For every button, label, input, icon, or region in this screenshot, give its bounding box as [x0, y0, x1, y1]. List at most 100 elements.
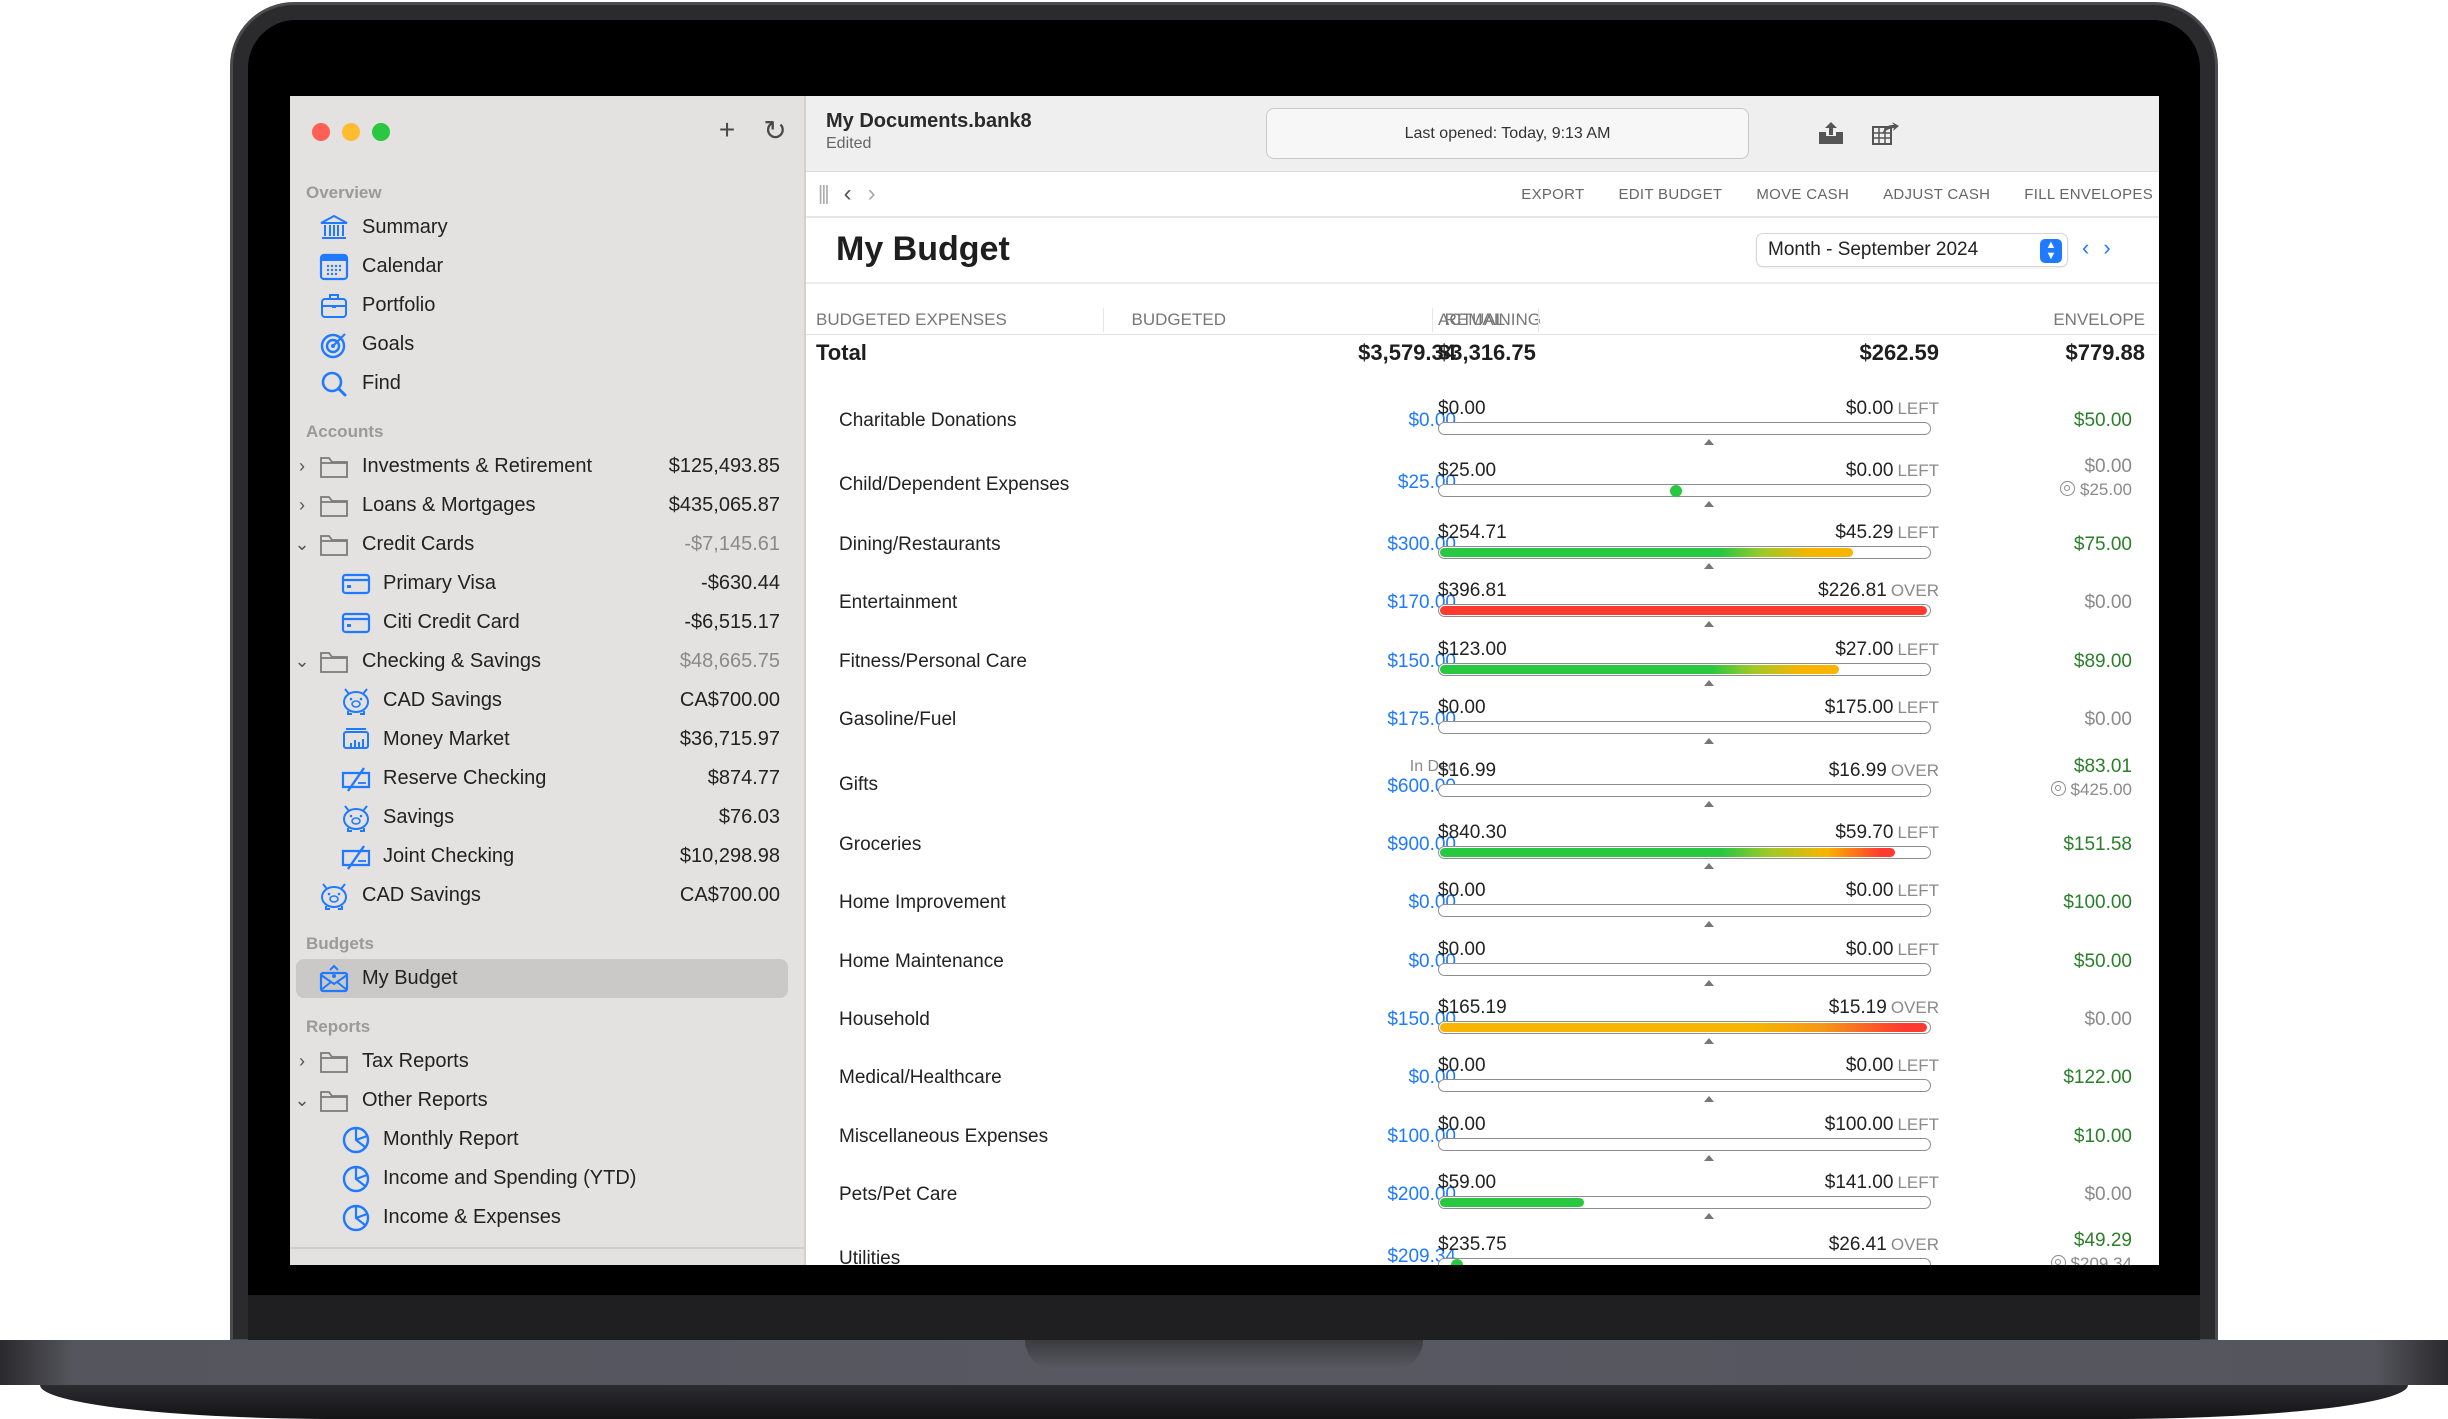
- sidebar-item-other-reports[interactable]: ⌄ Other Reports: [290, 1081, 804, 1120]
- remaining-status: OVER: [1890, 1235, 1939, 1254]
- total-remaining: $262.59: [1859, 340, 1939, 365]
- sidebar-toggle-icon[interactable]: |||: [818, 183, 830, 206]
- export-spreadsheet-icon[interactable]: [1870, 120, 1900, 146]
- budget-pace-marker: [1704, 738, 1714, 744]
- column-header-envelope[interactable]: ENVELOPE: [2053, 310, 2145, 330]
- sidebar-item-checking-savings[interactable]: ⌄ Checking & Savings $48,665.75: [290, 642, 804, 681]
- remaining-amount: $0.00 LEFT: [1846, 398, 1939, 420]
- account-balance: $36,715.97: [679, 728, 780, 750]
- column-header-category[interactable]: BUDGETED EXPENSES: [816, 310, 1007, 330]
- target-icon: [318, 330, 350, 360]
- envelope-amount: $0.00: [2084, 456, 2132, 477]
- briefcase-icon: [318, 291, 350, 321]
- export-button[interactable]: EXPORT: [1521, 186, 1584, 203]
- sidebar-item-label: Checking & Savings: [362, 650, 541, 672]
- period-select[interactable]: Month - September 2024 ▲ ▼: [1756, 233, 2068, 267]
- sidebar-item-portfolio[interactable]: Portfolio: [290, 286, 804, 325]
- sidebar-item-label: Reserve Checking: [383, 767, 547, 789]
- add-icon[interactable]: +: [714, 114, 740, 147]
- envelope-goal-amount: $25.00: [2080, 480, 2132, 499]
- close-window-button[interactable]: [312, 123, 330, 141]
- document-title: My Documents.bank8: [826, 110, 1032, 132]
- sidebar-item-savings[interactable]: Savings $76.03: [290, 798, 804, 837]
- sidebar-item-monthly-report[interactable]: Monthly Report: [290, 1120, 804, 1159]
- actual-amount: $0.00: [1438, 398, 1486, 419]
- share-upload-icon[interactable]: [1816, 120, 1846, 146]
- budget-pace-marker: [1704, 501, 1714, 507]
- sidebar-item-summary[interactable]: Summary: [290, 208, 804, 247]
- back-chevron-icon[interactable]: ‹: [844, 180, 852, 208]
- remaining-value: $0.00: [1845, 880, 1894, 901]
- account-balance: $435,065.87: [668, 494, 780, 516]
- sidebar-item-calendar[interactable]: Calendar: [290, 247, 804, 286]
- sidebar-item-income-and-spending-ytd[interactable]: Income and Spending (YTD): [290, 1159, 804, 1198]
- remaining-amount: $26.41 OVER: [1829, 1234, 1939, 1256]
- sidebar-item-primary-visa[interactable]: Primary Visa -$630.44: [290, 564, 804, 603]
- budget-pace-marker: [1704, 439, 1714, 445]
- move-cash-button[interactable]: MOVE CASH: [1756, 186, 1849, 203]
- remaining-value: $59.70: [1835, 822, 1894, 843]
- goal-target-icon: [2050, 781, 2066, 796]
- bank-icon: [318, 213, 350, 243]
- edit-budget-button[interactable]: EDIT BUDGET: [1618, 186, 1722, 203]
- calendar-icon: [318, 252, 350, 282]
- sidebar-item-label: Income & Expenses: [383, 1206, 561, 1228]
- budget-pace-marker: [1704, 921, 1714, 927]
- sidebar-item-joint-checking[interactable]: Joint Checking $10,298.98: [290, 837, 804, 876]
- sidebar-item-find[interactable]: Find: [290, 364, 804, 403]
- refresh-icon[interactable]: ↻: [762, 114, 788, 147]
- remaining-amount: $0.00 LEFT: [1846, 1055, 1939, 1077]
- fill-envelopes-button[interactable]: FILL ENVELOPES: [2024, 186, 2153, 203]
- category-name: Fitness/Personal Care: [839, 651, 1027, 672]
- pie-chart-icon: [340, 1125, 372, 1155]
- remaining-value: $141.00: [1824, 1172, 1894, 1193]
- zoom-window-button[interactable]: [372, 123, 390, 141]
- remaining-status: OVER: [1890, 581, 1939, 600]
- goal-target-icon: [2050, 1255, 2066, 1265]
- money-market-icon: [340, 725, 372, 755]
- sidebar-item-my-budget[interactable]: My Budget: [290, 959, 804, 998]
- sidebar-item-cad-savings[interactable]: CAD Savings CA$700.00: [290, 681, 804, 720]
- column-header-budgeted[interactable]: BUDGETED: [1132, 310, 1226, 330]
- sidebar-item-money-market[interactable]: Money Market $36,715.97: [290, 720, 804, 759]
- sidebar-item-loans-mortgages[interactable]: › Loans & Mortgages $435,065.87: [290, 486, 804, 525]
- total-envelope: $779.88: [2065, 340, 2145, 365]
- remaining-value: $26.41: [1828, 1234, 1887, 1255]
- minimize-window-button[interactable]: [342, 123, 360, 141]
- progress-bar: [1438, 1079, 1931, 1092]
- document-status: Edited: [826, 135, 872, 152]
- sidebar-item-goals[interactable]: Goals: [290, 325, 804, 364]
- sidebar-item-citi-credit-card[interactable]: Citi Credit Card -$6,515.17: [290, 603, 804, 642]
- credit-card-icon: [340, 569, 372, 599]
- navigation-bar: ||| ‹ › EXPORT EDIT BUDGET MOVE CASH ADJUST…: [806, 172, 2159, 218]
- envelope-amount: $10.00: [2073, 1126, 2132, 1147]
- sidebar-item-investments-retirement[interactable]: › Investments & Retirement $125,493.85: [290, 447, 804, 486]
- previous-period-icon[interactable]: ‹: [2082, 235, 2089, 261]
- adjust-cash-button[interactable]: ADJUST CASH: [1883, 186, 1990, 203]
- sidebar-item-label: Investments & Retirement: [362, 455, 593, 477]
- column-divider: [1538, 308, 1539, 332]
- sidebar-item-tax-reports[interactable]: › Tax Reports: [290, 1042, 804, 1081]
- chevron-down-icon[interactable]: ⌄: [294, 1090, 310, 1111]
- sidebar-item-income-expenses[interactable]: Income & Expenses: [290, 1198, 804, 1237]
- envelope-amount: $50.00: [2073, 951, 2132, 972]
- chevron-right-icon[interactable]: ›: [294, 1051, 310, 1072]
- actual-amount: $0.00: [1438, 1055, 1486, 1076]
- envelope-amount: $0.00: [2084, 1009, 2132, 1030]
- chevron-down-icon[interactable]: ⌄: [294, 534, 310, 555]
- column-header-remaining[interactable]: REMAINING: [1445, 310, 1541, 330]
- remaining-status: OVER: [1890, 998, 1939, 1017]
- chevron-right-icon[interactable]: ›: [294, 495, 310, 516]
- sidebar-item-reserve-checking[interactable]: Reserve Checking $874.77: [290, 759, 804, 798]
- pie-chart-icon: [340, 1203, 372, 1233]
- envelope-goal: $209.34: [2050, 1254, 2132, 1265]
- next-period-icon[interactable]: ›: [2103, 235, 2110, 261]
- chevron-down-icon[interactable]: ⌄: [294, 651, 310, 672]
- sidebar-item-cad-savings[interactable]: CAD Savings CA$700.00: [290, 876, 804, 915]
- remaining-value: $0.00: [1845, 398, 1894, 419]
- remaining-value: $100.00: [1824, 1114, 1894, 1135]
- forward-chevron-icon[interactable]: ›: [868, 180, 876, 208]
- chevron-right-icon[interactable]: ›: [294, 456, 310, 477]
- budget-pace-marker: [1704, 980, 1714, 986]
- sidebar-item-credit-cards[interactable]: ⌄ Credit Cards -$7,145.61: [290, 525, 804, 564]
